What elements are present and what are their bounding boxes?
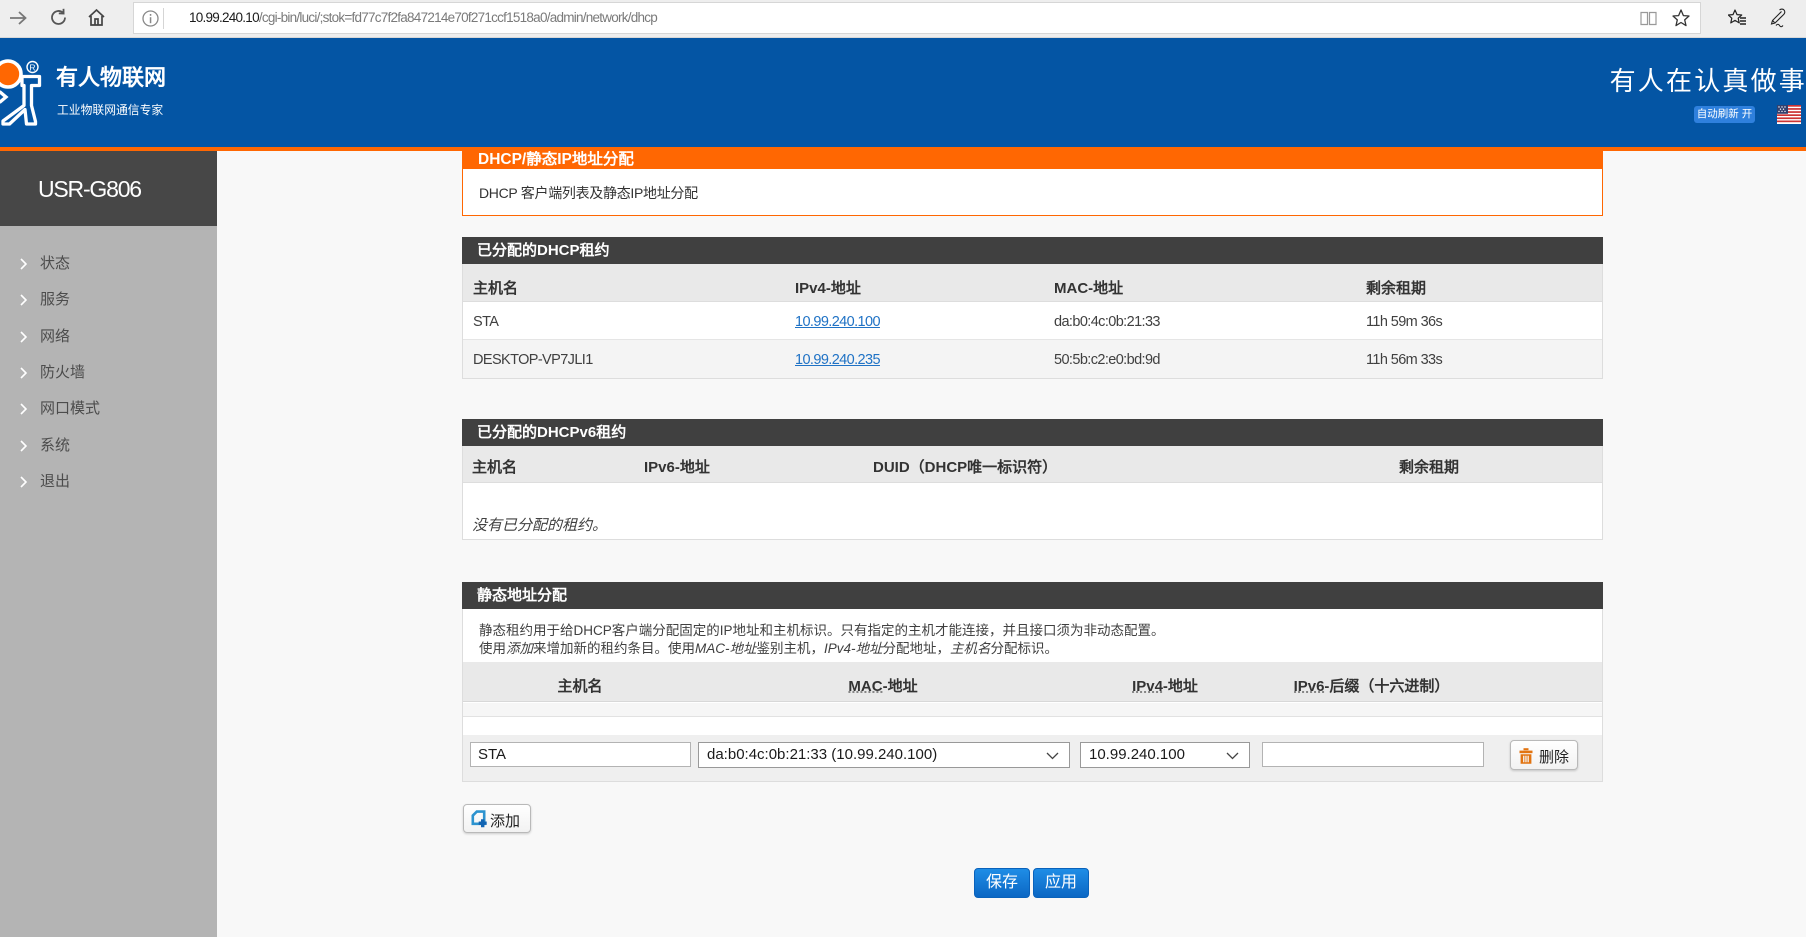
svg-text:R: R [29,63,35,73]
